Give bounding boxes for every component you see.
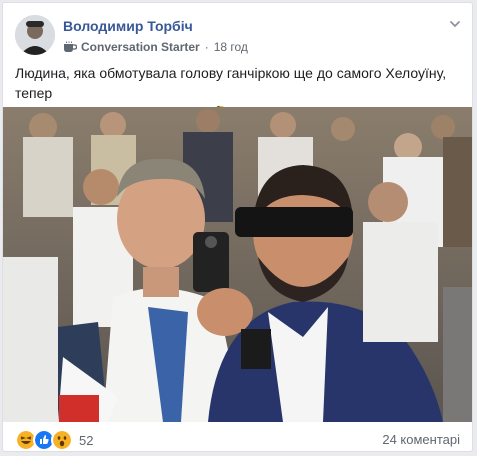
author-avatar[interactable] bbox=[15, 15, 55, 55]
avatar-image bbox=[15, 15, 55, 55]
post-photo[interactable] bbox=[3, 107, 472, 422]
meta-separator: · bbox=[204, 40, 209, 54]
comments-count-link[interactable]: 24 коментарі bbox=[382, 432, 460, 447]
reaction-count: 52 bbox=[79, 432, 94, 448]
post-options-chevron-icon[interactable] bbox=[448, 17, 462, 31]
post-card: Володимир Торбіч Conversation Starter · … bbox=[2, 2, 473, 452]
post-timestamp[interactable]: 18 год bbox=[214, 40, 248, 54]
post-footer: 52 24 коментарі bbox=[3, 423, 472, 451]
reactions-summary[interactable]: 52 bbox=[15, 429, 93, 451]
conversation-starter-badge[interactable]: Conversation Starter bbox=[81, 40, 200, 54]
post-meta: Conversation Starter · 18 год bbox=[63, 40, 248, 54]
post-photo-image bbox=[3, 107, 472, 422]
post-text-line-1: Людина, яка обмотувала голову ганчіркою … bbox=[15, 65, 447, 101]
wow-icon bbox=[51, 429, 73, 451]
author-name[interactable]: Володимир Торбіч bbox=[63, 18, 193, 34]
coffee-cup-icon bbox=[64, 41, 77, 52]
